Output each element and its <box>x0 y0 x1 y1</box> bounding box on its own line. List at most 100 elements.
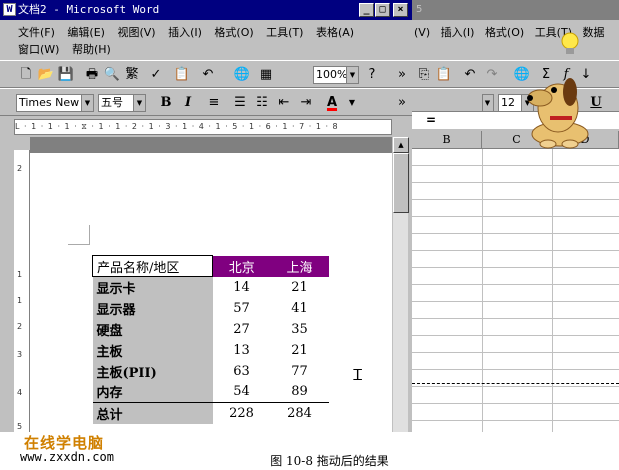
value-cell[interactable]: 14 <box>213 277 271 298</box>
office-assistant-dog-icon[interactable] <box>518 68 596 150</box>
pasted-table[interactable]: 产品名称/地区 北京 上海 显示卡 14 21 显示器 57 41 硬盘 27 … <box>92 255 329 424</box>
row-name-cell[interactable]: 内存 <box>92 381 213 403</box>
value-cell[interactable]: 21 <box>271 340 329 361</box>
save-icon[interactable]: 💾 <box>56 65 76 85</box>
word-app-icon[interactable]: W <box>3 3 16 16</box>
menu-edit[interactable]: 编辑(E) <box>67 26 105 39</box>
decrease-indent-icon[interactable]: ⇤ <box>274 93 294 113</box>
numbered-list-icon[interactable]: ☰ <box>230 93 250 113</box>
traditional-chinese-button[interactable]: 繁 <box>122 65 142 85</box>
maximize-button[interactable]: □ <box>375 3 390 17</box>
redo-icon[interactable]: ↷ <box>482 65 502 85</box>
word-title-bar[interactable]: W 文档2 - Microsoft Word _ □ × <box>0 0 412 20</box>
total-value-cell[interactable]: 284 <box>270 402 329 424</box>
undo-icon[interactable]: ↶ <box>198 65 218 85</box>
undo-icon[interactable]: ↶ <box>460 65 480 85</box>
row-name-cell[interactable]: 主板(PII) <box>92 360 213 382</box>
column-header-b[interactable]: B <box>412 131 482 149</box>
excel-menu-bar: (V) 插入(I) 格式(O) 工具(T) 数据 <box>412 20 619 58</box>
paste-icon[interactable]: 📋 <box>172 65 192 85</box>
open-folder-icon[interactable]: 📂 <box>36 65 56 85</box>
help-icon[interactable]: ? <box>362 65 382 85</box>
row-name-cell[interactable]: 主板 <box>92 339 213 361</box>
page-corner-mark <box>68 225 90 245</box>
document-page[interactable]: 产品名称/地区 北京 上海 显示卡 14 21 显示器 57 41 硬盘 27 … <box>30 153 392 432</box>
chevron-down-icon[interactable]: ▼ <box>342 93 362 113</box>
value-cell[interactable]: 21 <box>271 277 329 298</box>
value-cell[interactable]: 13 <box>213 340 271 361</box>
word-window-title: 文档2 - Microsoft Word <box>18 3 160 16</box>
menu-view[interactable]: 视图(V) <box>117 26 155 39</box>
spelling-icon[interactable]: ✓ <box>146 65 166 85</box>
scroll-thumb[interactable] <box>393 153 409 213</box>
vertical-scrollbar[interactable]: ▲ <box>392 137 409 432</box>
chevron-down-icon[interactable]: ▼ <box>81 95 93 111</box>
row-name-cell[interactable]: 显示器 <box>92 297 213 319</box>
align-center-icon[interactable]: ≡ <box>204 93 224 113</box>
row-name-cell[interactable]: 硬盘 <box>92 318 213 340</box>
font-color-button[interactable]: A <box>322 93 342 113</box>
menu-file[interactable]: 文件(F) <box>18 26 55 39</box>
value-cell[interactable]: 35 <box>271 319 329 340</box>
bullet-list-icon[interactable]: ☷ <box>252 93 272 113</box>
font-size-select[interactable]: 五号 ▼ <box>98 94 146 112</box>
insert-hyperlink-icon[interactable]: 🌐 <box>232 65 252 85</box>
font-size-value: 五号 <box>101 96 123 109</box>
horizontal-ruler[interactable]: L · 1 · 1 · 1 · ⧖ · 1 · 1 · 2 · 1 · 3 · … <box>14 119 392 135</box>
menu-insert[interactable]: 插入(I) <box>441 26 475 39</box>
value-cell[interactable]: 77 <box>271 361 329 382</box>
zoom-select[interactable]: 100% ▼ <box>313 66 359 84</box>
copy-icon[interactable]: ⎘ <box>414 65 434 85</box>
value-cell[interactable]: 54 <box>213 382 271 403</box>
value-cell[interactable]: 63 <box>213 361 271 382</box>
print-icon[interactable]: 🖶 <box>82 65 102 85</box>
value-cell[interactable]: 41 <box>271 298 329 319</box>
font-select[interactable]: ▼ <box>482 94 494 112</box>
value-cell[interactable]: 57 <box>213 298 271 319</box>
menu-format[interactable]: 格式(O) <box>214 26 253 39</box>
italic-button[interactable]: I <box>178 93 198 113</box>
menu-help[interactable]: 帮助(H) <box>72 43 111 56</box>
table-row: 主板(PII) 63 77 <box>92 360 329 382</box>
bold-button[interactable]: B <box>156 93 176 113</box>
table-icon[interactable]: ▦ <box>256 65 276 85</box>
print-preview-icon[interactable]: 🔍 <box>102 65 122 85</box>
word-window: W 文档2 - Microsoft Word _ □ × 文件(F) 编辑(E)… <box>0 0 412 432</box>
header-col-beijing[interactable]: 北京 <box>212 255 271 277</box>
table-header-row: 产品名称/地区 北京 上海 <box>92 255 329 277</box>
excel-title-bar[interactable]: 5 <box>412 0 619 20</box>
lightbulb-icon[interactable] <box>560 32 580 58</box>
header-name-cell[interactable]: 产品名称/地区 <box>92 255 213 277</box>
value-cell[interactable]: 27 <box>213 319 271 340</box>
paste-icon[interactable]: 📋 <box>434 65 454 85</box>
close-button[interactable]: × <box>393 3 408 17</box>
chevron-down-icon[interactable]: ▼ <box>483 95 493 111</box>
ibeam-cursor-icon: Ꮖ <box>353 366 363 384</box>
vruler-tick: 4 <box>17 388 23 397</box>
menu-tools[interactable]: 工具(T) <box>266 26 303 39</box>
increase-indent-icon[interactable]: ⇥ <box>296 93 316 113</box>
vruler-tick: 1 <box>17 296 23 305</box>
header-col-shanghai[interactable]: 上海 <box>270 255 329 277</box>
chevron-down-icon[interactable]: ▼ <box>346 67 358 83</box>
total-name-cell[interactable]: 总计 <box>92 402 213 424</box>
menu-table[interactable]: 表格(A) <box>316 26 354 39</box>
toolbar-overflow-icon[interactable]: » <box>392 65 412 85</box>
menu-window[interactable]: 窗口(W) <box>18 43 59 56</box>
minimize-button[interactable]: _ <box>359 3 374 17</box>
toolbar-overflow-icon[interactable]: » <box>392 93 412 113</box>
worksheet-grid[interactable] <box>412 149 619 432</box>
font-select[interactable]: Times New Ro ▼ <box>16 94 94 112</box>
total-value-cell[interactable]: 228 <box>212 402 271 424</box>
new-document-icon[interactable]: 🗋 <box>16 65 36 85</box>
menu-view[interactable]: (V) <box>414 26 430 39</box>
chevron-down-icon[interactable]: ▼ <box>133 95 145 111</box>
value-cell[interactable]: 89 <box>271 382 329 403</box>
menu-format[interactable]: 格式(O) <box>485 26 524 39</box>
vertical-ruler[interactable]: 2 1 1 2 3 4 5 <box>14 150 30 432</box>
scroll-up-icon[interactable]: ▲ <box>393 137 409 153</box>
menu-data[interactable]: 数据 <box>583 26 605 39</box>
menu-insert[interactable]: 插入(I) <box>168 26 202 39</box>
table-row: 显示器 57 41 <box>92 297 329 319</box>
row-name-cell[interactable]: 显示卡 <box>92 276 213 298</box>
